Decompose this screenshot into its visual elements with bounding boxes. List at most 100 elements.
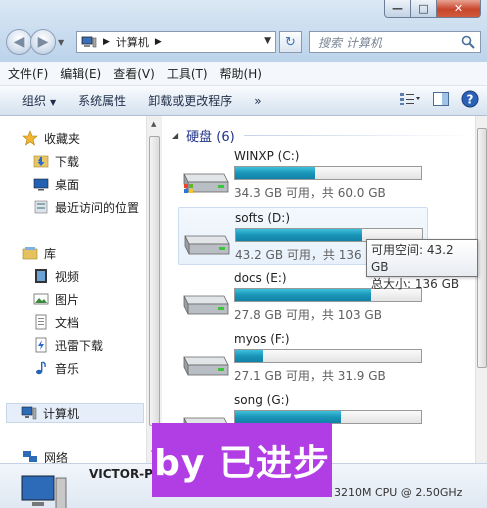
nav-library[interactable]: 库 <box>22 243 56 263</box>
star-icon <box>22 130 38 146</box>
computer-icon <box>21 406 37 420</box>
group-title: 硬盘 (6) <box>186 130 235 145</box>
maximize-button[interactable]: □ <box>411 0 437 18</box>
computer-icon <box>21 475 67 508</box>
organize-button[interactable]: 组织 ▼ <box>22 92 56 109</box>
search-placeholder: 搜索 计算机 <box>318 35 382 50</box>
drive-name: docs (E:) <box>234 271 287 285</box>
organize-label: 组织 <box>22 94 47 108</box>
nav-thunder-downloads[interactable]: 迅雷下载 <box>33 335 103 355</box>
drive-usage-fill <box>236 229 363 241</box>
processor-info: 3210M CPU @ 2.50GHz <box>334 486 463 499</box>
drive-usage-fill <box>235 350 263 362</box>
nav-computer[interactable]: 计算机 <box>6 403 144 423</box>
drive-usage-bar <box>234 349 422 363</box>
nav-pictures[interactable]: 图片 <box>33 289 79 309</box>
computer-icon <box>81 36 97 47</box>
breadcrumb-separator-icon[interactable]: ▶ <box>155 37 162 47</box>
menu-bar: 文件(F) 编辑(E) 查看(V) 工具(T) 帮助(H) <box>0 62 487 86</box>
drive-usage-bar <box>234 166 422 180</box>
drive-space-info: 27.1 GB 可用，共 31.9 GB <box>234 369 386 383</box>
drive-item[interactable]: WINXP (C:) 34.3 GB 可用，共 60.0 GB <box>178 146 428 204</box>
downloads-folder-icon <box>33 155 49 168</box>
system-properties-button[interactable]: 系统属性 <box>78 92 126 109</box>
address-dropdown-icon[interactable]: ▼ <box>264 36 271 46</box>
content-scrollbar[interactable] <box>475 116 487 463</box>
help-icon[interactable]: ? <box>461 90 479 108</box>
forward-arrow-icon: ▶ <box>37 34 49 50</box>
address-bar[interactable]: ▶ 计算机 ▶ ▼ <box>76 31 276 53</box>
drive-usage-fill <box>235 167 315 179</box>
hard-drive-icon <box>183 173 229 193</box>
close-button[interactable]: ✕ <box>437 0 481 18</box>
watermark: by 已进步 <box>152 423 332 497</box>
breadcrumb-separator-icon[interactable]: ▶ <box>103 37 110 47</box>
preview-pane-icon[interactable] <box>433 92 449 106</box>
breadcrumb-computer[interactable]: 计算机 <box>116 34 149 50</box>
navigation-pane-scrollbar[interactable]: ▲ ▼ <box>146 116 162 463</box>
drive-usage-fill <box>235 411 342 423</box>
more-commands-button[interactable]: » <box>254 94 261 108</box>
window-controls: — □ ✕ <box>384 0 481 18</box>
svg-text:?: ? <box>467 93 474 107</box>
menu-help[interactable]: 帮助(H) <box>220 65 262 82</box>
music-note-icon <box>36 361 46 375</box>
chevron-down-icon: ▼ <box>50 98 57 107</box>
scroll-up-icon[interactable]: ▲ <box>151 120 156 128</box>
hard-drive-icon <box>184 235 230 255</box>
navigation-buttons: ◀ ▶ ▼ <box>6 29 64 55</box>
nav-videos[interactable]: 视频 <box>33 266 79 286</box>
nav-recent-places[interactable]: 最近访问的位置 <box>33 197 139 217</box>
search-icon[interactable] <box>461 35 475 49</box>
drive-name: softs (D:) <box>235 211 291 225</box>
toolbar-right: ? <box>387 90 479 108</box>
hard-drive-icon <box>183 356 229 376</box>
minimize-button[interactable]: — <box>384 0 411 18</box>
group-header-hard-disks[interactable]: ◢ 硬盘 (6) <box>172 126 474 145</box>
drive-space-info: 34.3 GB 可用，共 60.0 GB <box>234 186 386 200</box>
video-icon <box>35 269 47 283</box>
drive-name: song (G:) <box>234 393 290 407</box>
back-button[interactable]: ◀ <box>6 29 32 55</box>
navigation-pane: 收藏夹 下载 桌面 最近访问的位置 库 视频 图片 文档 迅雷下载 音乐 计算机 <box>0 116 147 465</box>
drive-space-info: 43.2 GB 可用，共 136 GB <box>235 248 383 262</box>
group-divider <box>244 135 474 136</box>
nav-documents[interactable]: 文档 <box>33 312 79 332</box>
recent-pages-dropdown[interactable]: ▼ <box>58 38 64 47</box>
drive-item[interactable]: myos (F:) 27.1 GB 可用，共 31.9 GB <box>178 329 428 387</box>
nav-desktop[interactable]: 桌面 <box>33 174 79 194</box>
pictures-icon <box>33 293 49 305</box>
refresh-button[interactable]: ↻ <box>279 31 302 53</box>
thunder-download-icon <box>35 337 47 353</box>
nav-downloads[interactable]: 下载 <box>33 151 79 171</box>
search-input[interactable]: 搜索 计算机 <box>309 31 481 53</box>
nav-favorites[interactable]: 收藏夹 <box>22 128 80 148</box>
menu-file[interactable]: 文件(F) <box>8 65 48 82</box>
title-bar: — □ ✕ ◀ ▶ ▼ ▶ 计算机 ▶ ▼ ↻ 搜索 计算机 <box>0 0 487 62</box>
nav-music[interactable]: 音乐 <box>33 358 79 378</box>
computer-name: VICTOR-P <box>89 467 153 481</box>
forward-button[interactable]: ▶ <box>30 29 56 55</box>
menu-view[interactable]: 查看(V) <box>113 65 155 82</box>
menu-edit[interactable]: 编辑(E) <box>60 65 101 82</box>
tooltip-free-space: 可用空间: 43.2 GB <box>371 243 454 274</box>
drive-name: myos (F:) <box>234 332 290 346</box>
drive-usage-bar <box>234 410 422 424</box>
scrollbar-thumb[interactable] <box>477 128 487 368</box>
back-arrow-icon: ◀ <box>13 34 25 50</box>
change-view-icon[interactable] <box>399 92 421 106</box>
menu-tools[interactable]: 工具(T) <box>167 65 208 82</box>
uninstall-program-button[interactable]: 卸载或更改程序 <box>148 92 232 109</box>
refresh-icon: ↻ <box>285 34 296 50</box>
desktop-icon <box>33 178 49 191</box>
drive-usage-fill <box>235 289 371 301</box>
drive-name: WINXP (C:) <box>234 149 300 163</box>
tooltip-total-size: 总大小: 136 GB <box>371 277 460 291</box>
hard-drive-icon <box>183 295 229 315</box>
scrollbar-thumb[interactable] <box>149 136 160 426</box>
command-bar: 组织 ▼ 系统属性 卸载或更改程序 » ? <box>0 86 487 116</box>
recent-places-icon <box>34 200 48 214</box>
drive-space-info: 27.8 GB 可用，共 103 GB <box>234 308 382 322</box>
document-icon <box>35 314 47 330</box>
collapse-triangle-icon[interactable]: ◢ <box>172 131 178 140</box>
